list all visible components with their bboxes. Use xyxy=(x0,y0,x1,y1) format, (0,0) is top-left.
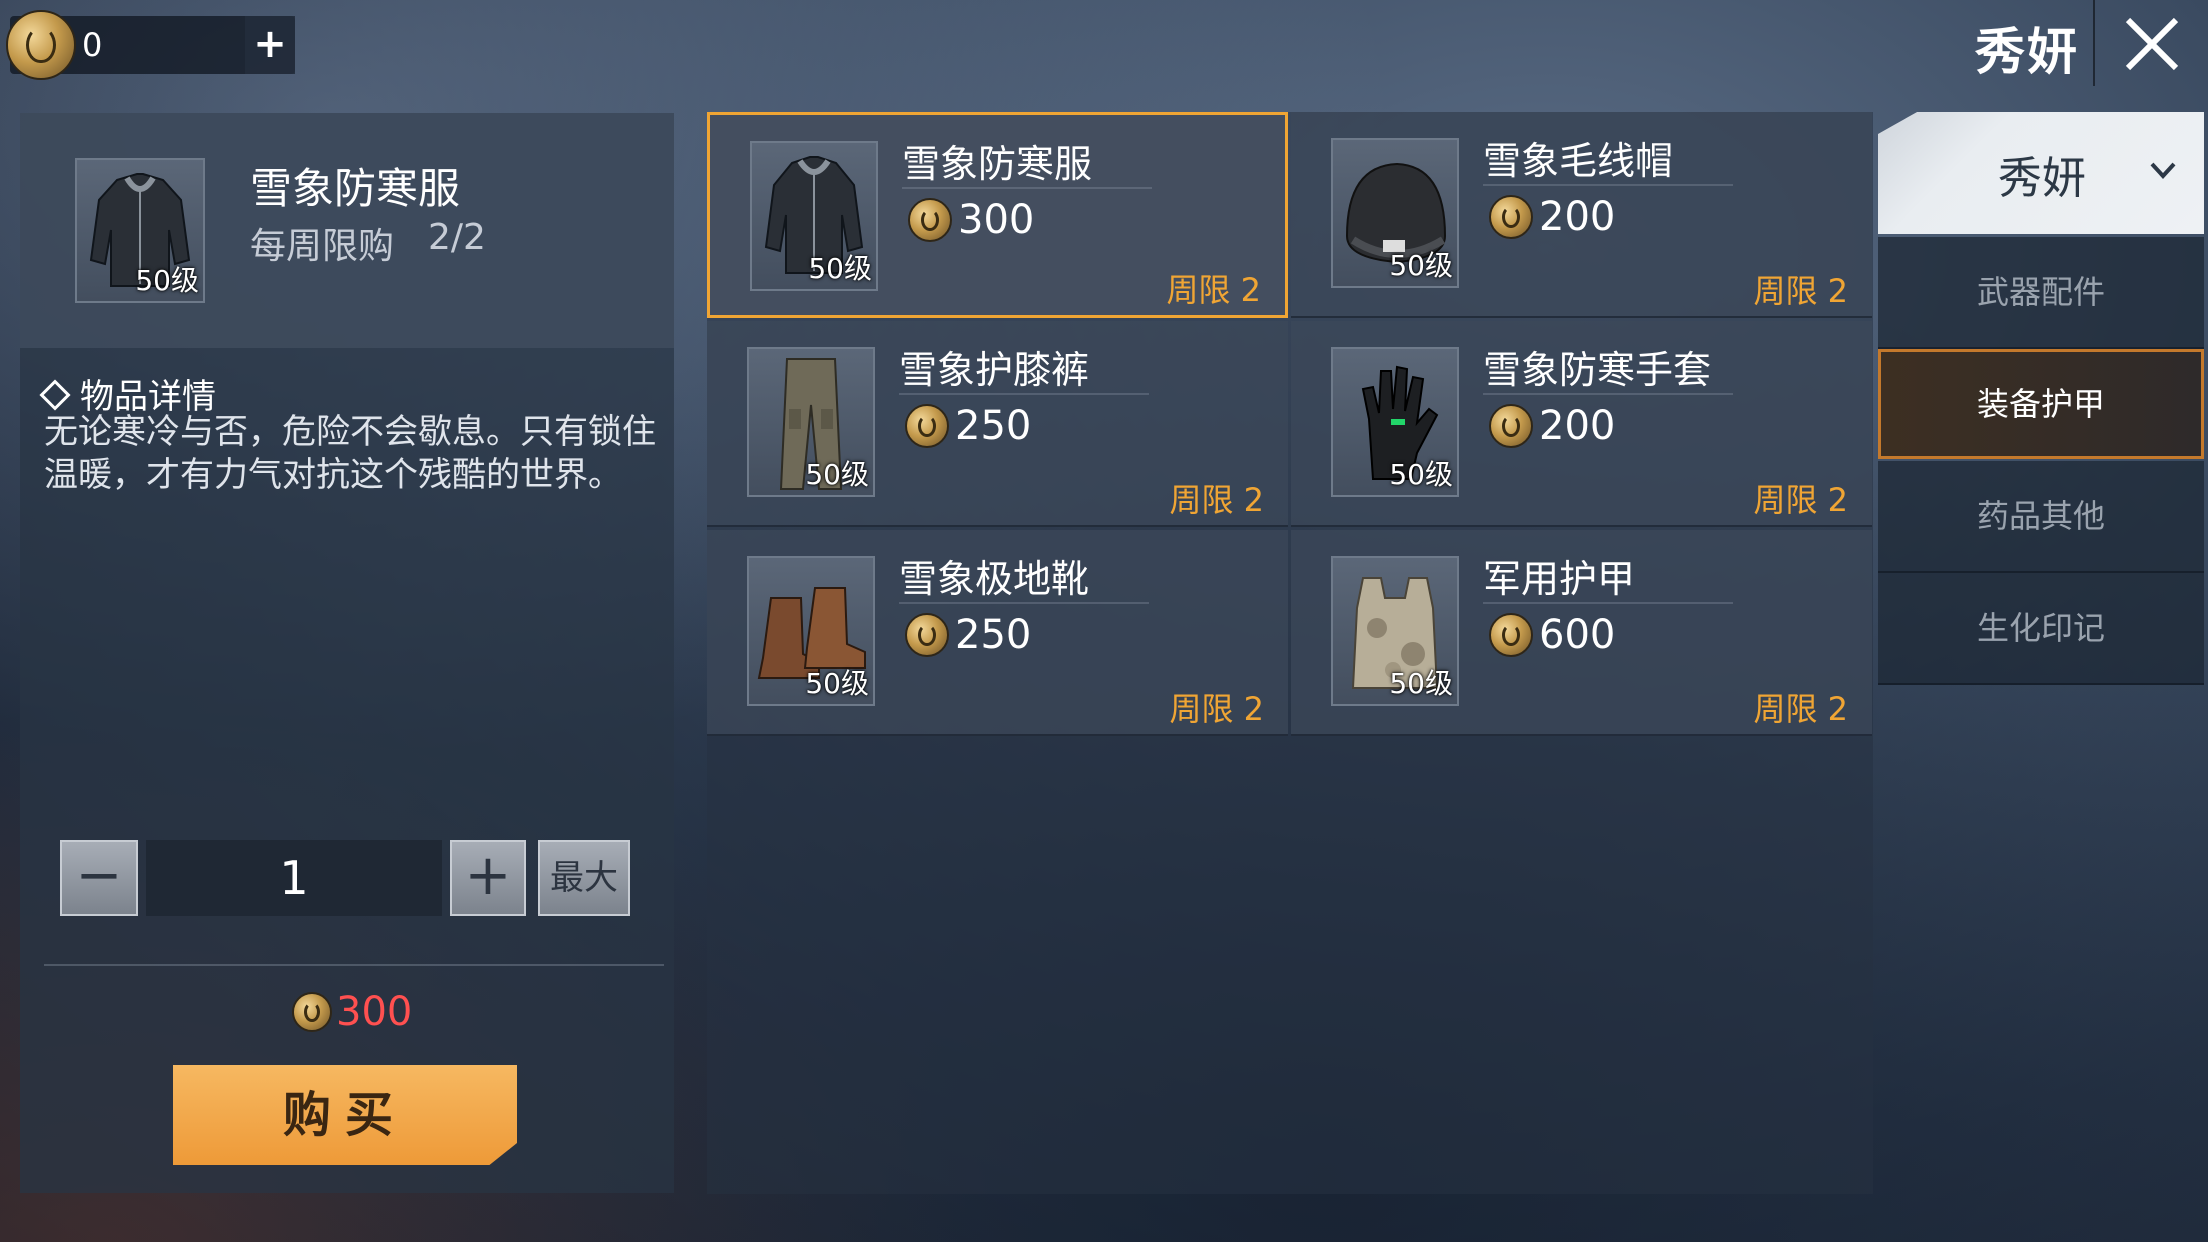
item-price-value: 250 xyxy=(955,403,1032,449)
divider xyxy=(1483,393,1733,395)
item-thumbnail: 50级 xyxy=(750,141,878,291)
item-card[interactable]: 50级 雪象护膝裤 250 周限 2 xyxy=(707,321,1288,527)
currency-bar: 0 + xyxy=(6,10,295,80)
tab-weapon-attachments[interactable]: 武器配件 xyxy=(1878,237,2204,349)
item-name: 雪象防寒服 xyxy=(902,142,1093,186)
item-name: 雪象护膝裤 xyxy=(899,348,1090,392)
item-thumbnail: 50级 xyxy=(1331,138,1459,288)
level-badge: 50级 xyxy=(805,667,869,700)
level-badge: 50级 xyxy=(135,264,199,297)
detail-item-name: 雪象防寒服 xyxy=(250,164,461,213)
tab-equipment-armor[interactable]: 装备护甲 xyxy=(1878,349,2204,459)
item-price-value: 200 xyxy=(1539,194,1616,240)
item-description: 无论寒冷与否，危险不会歇息。只有锁住温暖，才有力气对抗这个残酷的世界。 xyxy=(44,412,656,495)
level-badge: 50级 xyxy=(1389,667,1453,700)
level-badge: 50级 xyxy=(1389,249,1453,282)
item-price-value: 250 xyxy=(955,612,1032,658)
divider xyxy=(899,602,1149,604)
total-price: 300 xyxy=(288,989,412,1035)
item-price: 200 xyxy=(1483,194,1615,240)
coin-icon xyxy=(292,992,332,1032)
coin-icon xyxy=(1489,404,1533,448)
item-thumbnail: 50级 xyxy=(1331,347,1459,497)
coin-icon xyxy=(905,404,949,448)
buy-button[interactable]: 购买 xyxy=(173,1065,517,1165)
diamond-icon xyxy=(39,378,71,411)
weekly-limit-value: 2/2 xyxy=(428,217,486,258)
item-card[interactable]: 50级 雪象防寒手套 200 周限 2 xyxy=(1291,321,1872,527)
currency-value: 0 xyxy=(82,26,103,64)
add-currency-button[interactable]: + xyxy=(245,16,295,74)
item-name: 军用护甲 xyxy=(1483,557,1636,601)
item-card[interactable]: 50级 军用护甲 600 周限 2 xyxy=(1291,530,1872,736)
item-price: 600 xyxy=(1483,612,1615,658)
divider xyxy=(2093,0,2095,86)
item-grid-panel: 50级 雪象防寒服 300 周限 2 50级 雪象毛线帽 200 周限 2 50… xyxy=(707,112,1873,1194)
weekly-limit: 周限 2 xyxy=(1753,272,1848,310)
level-badge: 50级 xyxy=(1389,458,1453,491)
weekly-limit: 周限 2 xyxy=(1166,271,1261,309)
category-dropdown[interactable]: 秀妍 xyxy=(1878,112,2204,234)
item-card[interactable]: 50级 雪象防寒服 300 周限 2 xyxy=(707,112,1288,318)
detail-header: 50级 雪象防寒服 每周限购 2/2 xyxy=(20,113,674,348)
level-badge: 50级 xyxy=(808,252,872,285)
tab-medicine-other[interactable]: 药品其他 xyxy=(1878,461,2204,573)
tab-biochem-marks[interactable]: 生化印记 xyxy=(1878,573,2204,685)
detail-item-thumbnail: 50级 xyxy=(75,158,205,303)
coin-icon xyxy=(1489,195,1533,239)
item-name: 雪象防寒手套 xyxy=(1483,348,1712,392)
weekly-limit: 周限 2 xyxy=(1169,690,1264,728)
item-name: 雪象极地靴 xyxy=(899,557,1090,601)
weekly-limit-label: 每周限购 xyxy=(250,226,395,267)
divider xyxy=(902,187,1152,189)
total-price-value: 300 xyxy=(336,989,413,1035)
item-thumbnail: 50级 xyxy=(747,556,875,706)
item-thumbnail: 50级 xyxy=(1331,556,1459,706)
item-card[interactable]: 50级 雪象毛线帽 200 周限 2 xyxy=(1291,112,1872,318)
item-name: 雪象毛线帽 xyxy=(1483,139,1674,183)
item-thumbnail: 50级 xyxy=(747,347,875,497)
weekly-limit: 周限 2 xyxy=(1753,690,1848,728)
quantity-max-button[interactable]: 最大 xyxy=(538,840,630,916)
divider xyxy=(899,393,1149,395)
item-price-value: 300 xyxy=(958,197,1035,243)
quantity-minus-button[interactable]: − xyxy=(60,840,138,916)
item-price-value: 600 xyxy=(1539,612,1616,658)
quantity-plus-button[interactable]: + xyxy=(450,840,526,916)
coin-icon xyxy=(905,613,949,657)
item-price: 200 xyxy=(1483,403,1615,449)
coin-icon xyxy=(6,10,76,80)
weekly-limit: 周限 2 xyxy=(1753,481,1848,519)
chevron-down-icon xyxy=(2150,162,2176,179)
item-price: 250 xyxy=(899,612,1031,658)
item-price: 300 xyxy=(902,197,1034,243)
dropdown-label: 秀妍 xyxy=(1998,153,2086,204)
item-detail-panel: 50级 雪象防寒服 每周限购 2/2 物品详情 无论寒冷与否，危险不会歇息。只有… xyxy=(20,113,674,1193)
close-icon[interactable] xyxy=(2122,14,2182,74)
quantity-input[interactable]: 1 xyxy=(146,840,442,916)
page-title: 秀妍 xyxy=(1975,23,2079,81)
divider xyxy=(1483,184,1733,186)
coin-icon xyxy=(908,198,952,242)
divider xyxy=(1483,602,1733,604)
coin-icon xyxy=(1489,613,1533,657)
item-card[interactable]: 50级 雪象极地靴 250 周限 2 xyxy=(707,530,1288,736)
divider xyxy=(44,964,664,966)
weekly-limit: 周限 2 xyxy=(1169,481,1264,519)
item-price-value: 200 xyxy=(1539,403,1616,449)
item-price: 250 xyxy=(899,403,1031,449)
level-badge: 50级 xyxy=(805,458,869,491)
